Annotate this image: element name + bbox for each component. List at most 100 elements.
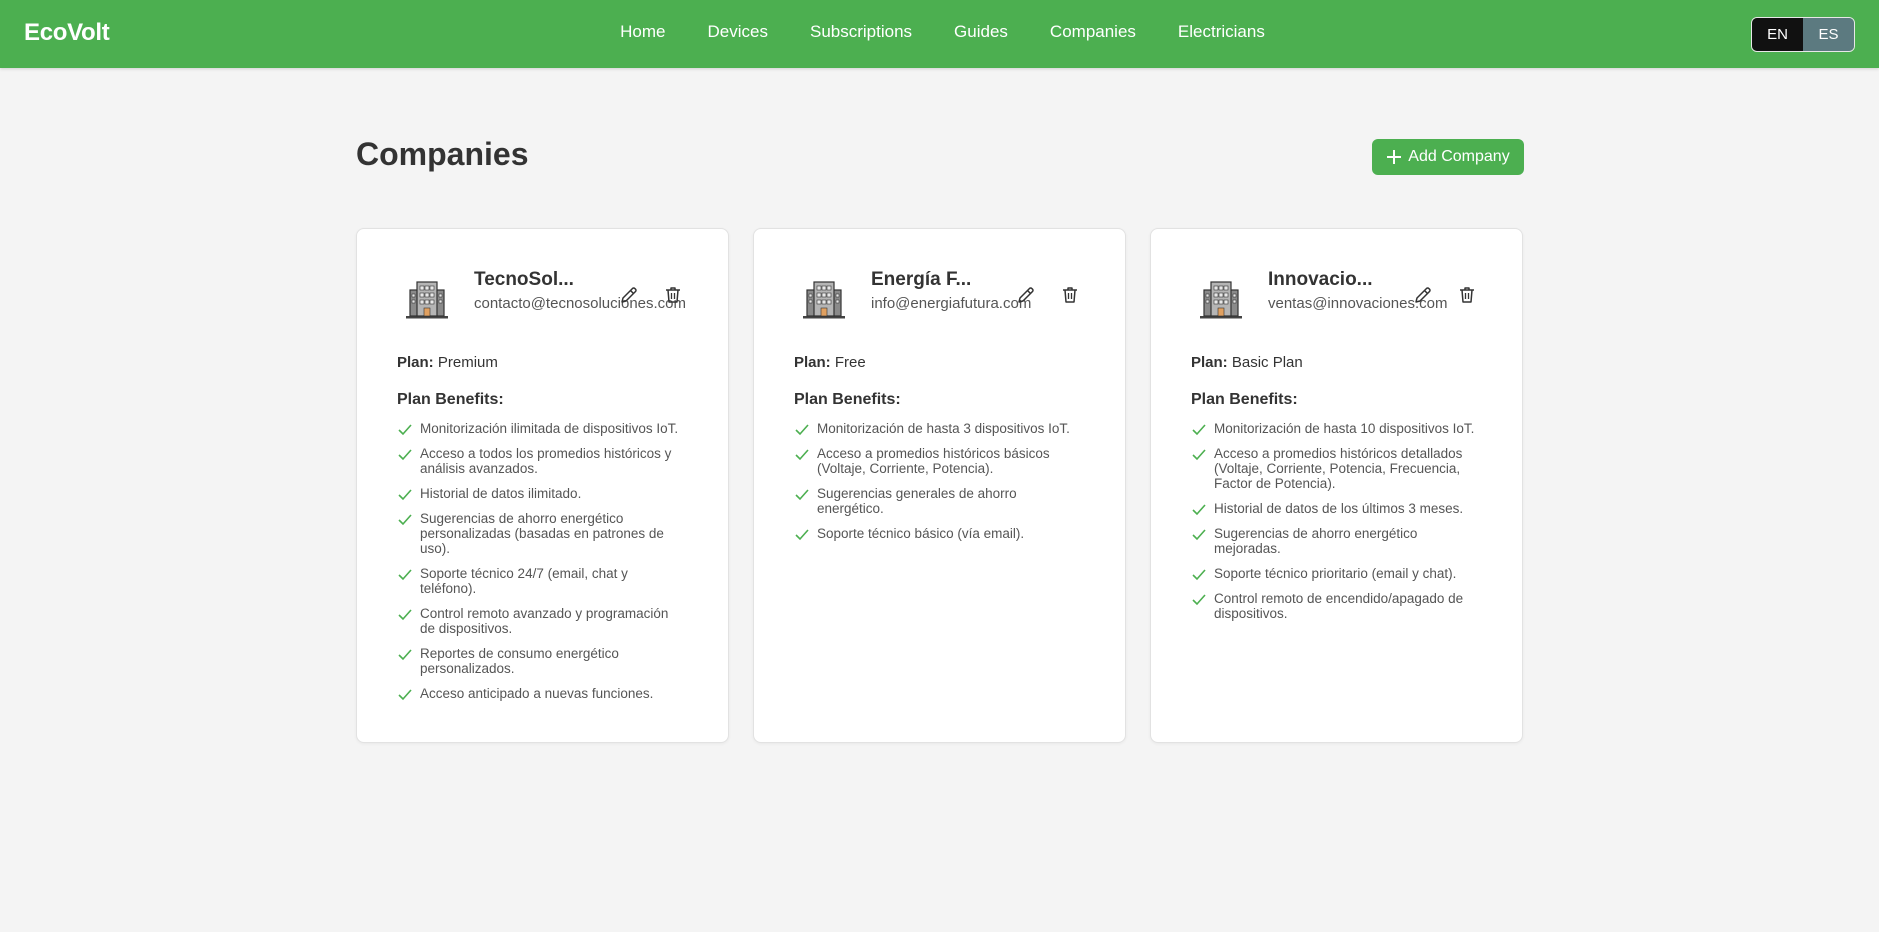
company-card: Innovacio... ventas@innovaciones.com Pla…	[1150, 228, 1523, 743]
nav-home[interactable]: Home	[620, 22, 665, 42]
check-icon	[1192, 529, 1206, 541]
benefit-text: Soporte técnico prioritario (email y cha…	[1214, 566, 1457, 581]
page-title: Companies	[356, 136, 529, 172]
company-plan: Plan: Basic Plan	[1191, 354, 1303, 371]
trash-icon[interactable]	[1060, 285, 1080, 305]
building-icon	[803, 281, 845, 319]
plan-value: Premium	[437, 354, 498, 371]
benefit-item: Soporte técnico 24/7 (email, chat y telé…	[397, 566, 687, 596]
add-company-button[interactable]: Add Company	[1372, 139, 1524, 175]
pencil-icon[interactable]	[1413, 285, 1433, 305]
check-icon	[1192, 569, 1206, 581]
nav-subscriptions[interactable]: Subscriptions	[810, 22, 912, 42]
check-icon	[1192, 424, 1206, 436]
check-icon	[795, 449, 809, 461]
pencil-icon[interactable]	[619, 285, 639, 305]
company-plan: Plan: Premium	[397, 354, 498, 371]
benefits-list: Monitorización de hasta 10 dispositivos …	[1191, 421, 1481, 631]
plan-value: Basic Plan	[1231, 354, 1303, 371]
benefit-text: Reportes de consumo energético personali…	[420, 646, 619, 676]
nav-companies[interactable]: Companies	[1050, 22, 1136, 42]
company-name: TecnoSol...	[474, 269, 574, 290]
check-icon	[795, 529, 809, 541]
benefits-list: Monitorización ilimitada de dispositivos…	[397, 421, 687, 711]
benefit-item: Sugerencias generales de ahorro energéti…	[794, 486, 1084, 516]
check-icon	[398, 689, 412, 701]
top-navbar: EcoVolt Home Devices Subscriptions Guide…	[0, 0, 1879, 68]
plan-label: Plan:	[397, 354, 434, 371]
check-icon	[398, 424, 412, 436]
benefits-title: Plan Benefits:	[1191, 391, 1298, 408]
benefit-item: Reportes de consumo energético personali…	[397, 646, 687, 676]
benefit-text: Acceso a promedios históricos detallados…	[1214, 446, 1463, 491]
benefit-text: Historial de datos de los últimos 3 mese…	[1214, 501, 1464, 516]
building-icon	[406, 281, 448, 319]
benefit-text: Acceso a todos los promedios históricos …	[420, 446, 672, 476]
check-icon	[1192, 594, 1206, 606]
benefit-item: Sugerencias de ahorro energético mejorad…	[1191, 526, 1481, 556]
check-icon	[1192, 504, 1206, 516]
trash-icon[interactable]	[1457, 285, 1477, 305]
check-icon	[398, 514, 412, 526]
benefit-item: Acceso a todos los promedios históricos …	[397, 446, 687, 476]
benefit-item: Soporte técnico prioritario (email y cha…	[1191, 566, 1481, 581]
check-icon	[398, 449, 412, 461]
benefit-item: Control remoto de encendido/apagado de d…	[1191, 591, 1481, 621]
benefit-item: Control remoto avanzado y programación d…	[397, 606, 687, 636]
plan-label: Plan:	[1191, 354, 1228, 371]
company-card: Energía F... info@energiafutura.com Plan…	[753, 228, 1126, 743]
benefit-item: Acceso a promedios históricos detallados…	[1191, 446, 1481, 491]
pencil-icon[interactable]	[1016, 285, 1036, 305]
benefit-text: Acceso anticipado a nuevas funciones.	[420, 686, 654, 701]
company-name: Energía F...	[871, 269, 972, 290]
company-email: info@energiafutura.com	[871, 295, 1032, 312]
check-icon	[795, 424, 809, 436]
company-email: contacto@tecnosoluciones.com	[474, 295, 687, 312]
benefits-title: Plan Benefits:	[397, 391, 504, 408]
benefit-text: Sugerencias de ahorro energético mejorad…	[1214, 526, 1418, 556]
benefits-list: Monitorización de hasta 3 dispositivos I…	[794, 421, 1084, 551]
check-icon	[398, 569, 412, 581]
benefit-text: Monitorización de hasta 10 dispositivos …	[1214, 421, 1475, 436]
company-plan: Plan: Free	[794, 354, 866, 371]
benefit-text: Soporte técnico 24/7 (email, chat y telé…	[420, 566, 628, 596]
benefit-text: Monitorización de hasta 3 dispositivos I…	[817, 421, 1070, 436]
company-card: TecnoSol... contacto@tecnosoluciones.com…	[356, 228, 729, 743]
benefit-item: Monitorización de hasta 10 dispositivos …	[1191, 421, 1481, 436]
building-icon	[1200, 281, 1242, 319]
benefit-text: Sugerencias generales de ahorro energéti…	[817, 486, 1017, 516]
benefit-text: Control remoto de encendido/apagado de d…	[1214, 591, 1464, 621]
check-icon	[1192, 449, 1206, 461]
benefit-item: Acceso a promedios históricos básicos (V…	[794, 446, 1084, 476]
trash-icon[interactable]	[663, 285, 683, 305]
benefit-text: Control remoto avanzado y programación d…	[420, 606, 669, 636]
check-icon	[398, 649, 412, 661]
check-icon	[795, 489, 809, 501]
benefit-item: Acceso anticipado a nuevas funciones.	[397, 686, 687, 701]
check-icon	[398, 609, 412, 621]
lang-es-button[interactable]: ES	[1803, 18, 1854, 51]
nav-electricians[interactable]: Electricians	[1178, 22, 1265, 42]
plan-label: Plan:	[794, 354, 831, 371]
benefit-item: Historial de datos de los últimos 3 mese…	[1191, 501, 1481, 516]
nav-guides[interactable]: Guides	[954, 22, 1008, 42]
benefit-text: Sugerencias de ahorro energético persona…	[420, 511, 664, 556]
benefit-item: Soporte técnico básico (vía email).	[794, 526, 1084, 541]
benefit-item: Sugerencias de ahorro energético persona…	[397, 511, 687, 556]
benefit-item: Monitorización ilimitada de dispositivos…	[397, 421, 687, 436]
benefit-item: Historial de datos ilimitado.	[397, 486, 687, 501]
benefit-text: Monitorización ilimitada de dispositivos…	[420, 421, 679, 436]
benefit-text: Soporte técnico básico (vía email).	[817, 526, 1025, 541]
nav-devices[interactable]: Devices	[708, 22, 768, 42]
benefit-text: Historial de datos ilimitado.	[420, 486, 582, 501]
lang-en-button[interactable]: EN	[1752, 18, 1803, 51]
language-switcher: EN ES	[1751, 17, 1855, 52]
plus-icon	[1387, 150, 1402, 164]
plan-value: Free	[834, 354, 866, 371]
check-icon	[398, 489, 412, 501]
benefit-item: Monitorización de hasta 3 dispositivos I…	[794, 421, 1084, 436]
benefits-title: Plan Benefits:	[794, 391, 901, 408]
main-nav: Home Devices Subscriptions Guides Compan…	[0, 22, 1879, 42]
company-name: Innovacio...	[1268, 269, 1373, 290]
add-company-label: Add Company	[1408, 148, 1510, 165]
